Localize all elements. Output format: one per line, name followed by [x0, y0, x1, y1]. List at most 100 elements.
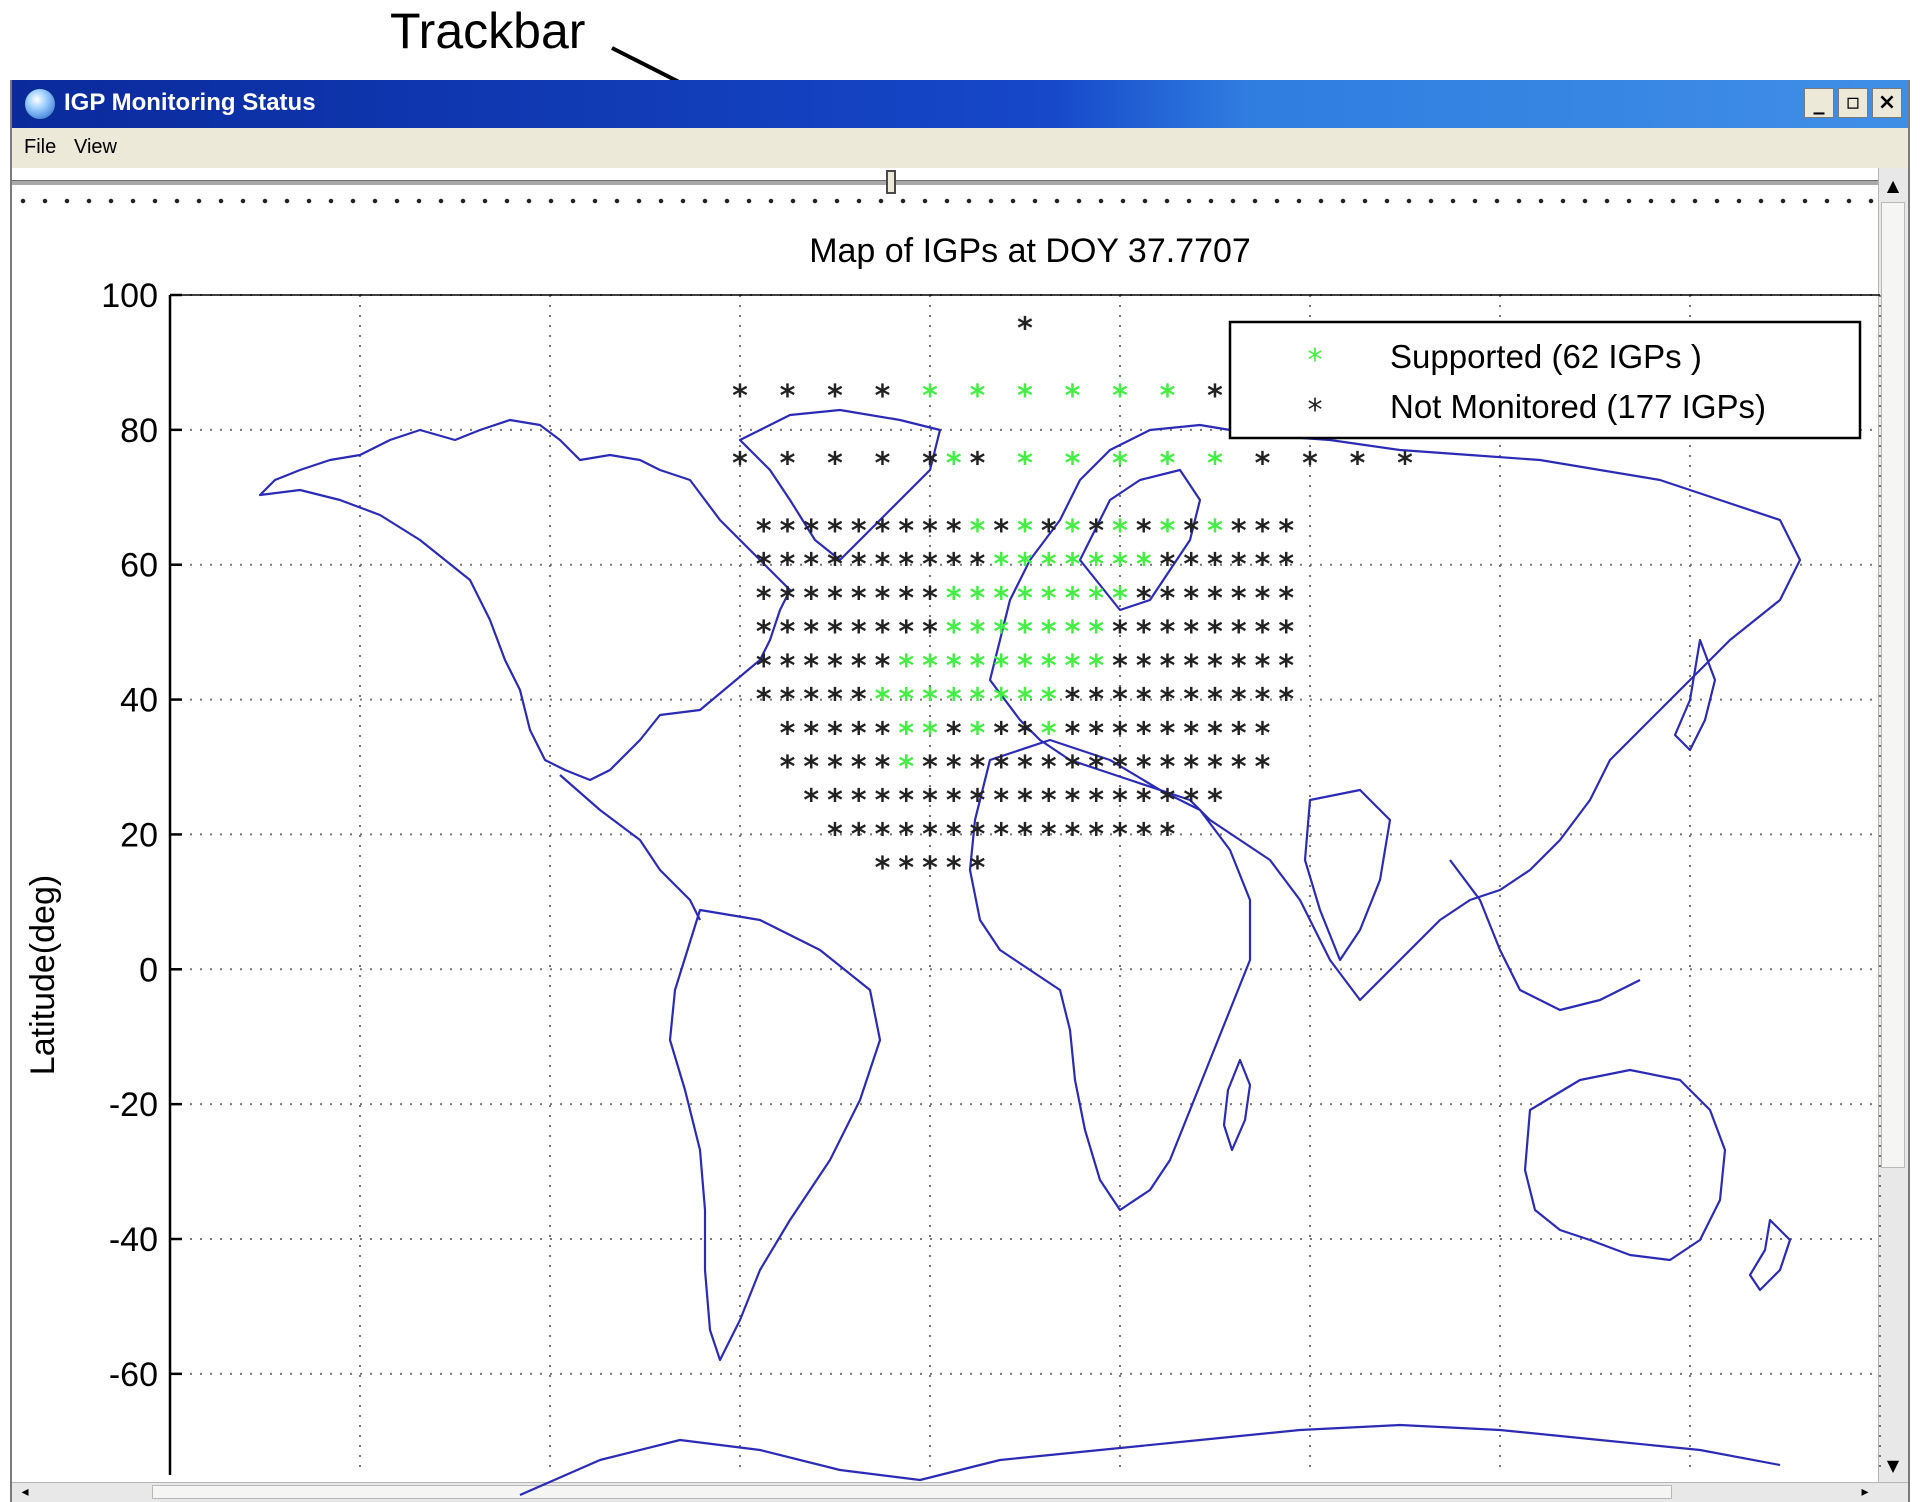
not-monitored-igp-point-119: * — [1017, 716, 1033, 751]
y-tick-label: -40 — [109, 1221, 158, 1259]
not-monitored-igp-point-177: * — [1065, 817, 1081, 852]
supported-igp-point-28: * — [1017, 581, 1033, 616]
supported-igp-point-26: * — [970, 581, 986, 616]
supported-igp-point-6: * — [946, 447, 962, 482]
supported-igp-point-14: * — [1065, 514, 1081, 549]
not-monitored-igp-point-180: * — [1136, 817, 1152, 852]
not-monitored-igp-point-103: * — [1088, 683, 1104, 718]
not-monitored-igp-point-140: * — [1065, 750, 1081, 785]
not-monitored-igp-point-29: * — [1041, 514, 1057, 549]
not-monitored-igp-point-124: * — [1160, 716, 1176, 751]
not-monitored-igp-point-122: * — [1112, 716, 1128, 751]
not-monitored-igp-point-183: * — [898, 851, 914, 886]
not-monitored-igp-point-154: * — [922, 784, 938, 819]
not-monitored-igp-point-146: * — [1207, 750, 1223, 785]
not-monitored-igp-point-31: * — [1136, 514, 1152, 549]
legend-label-not-monitored: Not Monitored (177 IGPs) — [1390, 388, 1766, 425]
supported-igp-point-16: * — [1160, 514, 1176, 549]
supported-igp-point-11: * — [1207, 447, 1223, 482]
supported-igp-point-10: * — [1160, 447, 1176, 482]
not-monitored-igp-point-141: * — [1088, 750, 1104, 785]
not-monitored-igp-point-176: * — [1041, 817, 1057, 852]
supported-igp-point-55: * — [1017, 683, 1033, 718]
not-monitored-igp-point-130: * — [803, 750, 819, 785]
supported-igp-point-36: * — [1017, 615, 1033, 650]
not-monitored-igp-point-34: * — [1255, 514, 1271, 549]
supported-igp-point-35: * — [993, 615, 1009, 650]
supported-igp-point-3: * — [1065, 379, 1081, 414]
supported-igp-point-5: * — [1160, 379, 1176, 414]
supported-igp-point-34: * — [970, 615, 986, 650]
not-monitored-igp-point-143: * — [1136, 750, 1152, 785]
not-monitored-igp-point-105: * — [1136, 683, 1152, 718]
not-monitored-igp-point-165: * — [1183, 784, 1199, 819]
not-monitored-igp-point-168: * — [851, 817, 867, 852]
legend-marker-not-monitored: * — [1308, 393, 1323, 428]
not-monitored-igp-point-92: * — [1183, 649, 1199, 684]
not-monitored-igp-point-109: * — [1231, 683, 1247, 718]
not-monitored-igp-point-47: * — [1183, 548, 1199, 583]
not-monitored-igp-point-120: * — [1065, 716, 1081, 751]
supported-igp-point-24: * — [1136, 548, 1152, 583]
not-monitored-igp-point-113: * — [803, 716, 819, 751]
supported-igp-point-54: * — [993, 683, 1009, 718]
not-monitored-igp-point-32: * — [1183, 514, 1199, 549]
supported-igp-point-32: * — [1112, 581, 1128, 616]
not-monitored-igp-point-64: * — [1231, 581, 1247, 616]
not-monitored-igp-point-118: * — [993, 716, 1009, 751]
supported-igp-point-49: * — [875, 683, 891, 718]
y-tick-label: 80 — [120, 412, 158, 450]
not-monitored-igp-point-184: * — [922, 851, 938, 886]
not-monitored-igp-point-44: * — [946, 548, 962, 583]
not-monitored-igp-point-22: * — [827, 514, 843, 549]
not-monitored-igp-point-117: * — [946, 716, 962, 751]
not-monitored-igp-point-1: * — [732, 379, 748, 414]
supported-igp-point-33: * — [946, 615, 962, 650]
not-monitored-igp-point-98: * — [780, 683, 796, 718]
not-monitored-igp-point-134: * — [922, 750, 938, 785]
supported-igp-point-51: * — [922, 683, 938, 718]
y-tick-label: 100 — [101, 277, 158, 315]
supported-igp-point-56: * — [1041, 683, 1057, 718]
not-monitored-igp-point-160: * — [1065, 784, 1081, 819]
not-monitored-igp-point-94: * — [1231, 649, 1247, 684]
north-america-outline — [258, 418, 792, 782]
y-tick-label: 20 — [120, 816, 158, 854]
not-monitored-igp-point-138: * — [1017, 750, 1033, 785]
not-monitored-igp-point-16: * — [1302, 447, 1318, 482]
supported-igp-point-46: * — [1041, 649, 1057, 684]
not-monitored-igp-point-71: * — [851, 615, 867, 650]
not-monitored-igp-point-173: * — [970, 817, 986, 852]
supported-igp-point-27: * — [993, 581, 1009, 616]
y-tick-label: -20 — [109, 1086, 158, 1124]
not-monitored-igp-point-157: * — [993, 784, 1009, 819]
not-monitored-igp-point-148: * — [1255, 750, 1271, 785]
not-monitored-igp-point-53: * — [780, 581, 796, 616]
not-monitored-igp-point-69: * — [803, 615, 819, 650]
supported-igp-point-18: * — [993, 548, 1009, 583]
not-monitored-igp-point-123: * — [1136, 716, 1152, 751]
not-monitored-igp-point-37: * — [780, 548, 796, 583]
not-monitored-igp-point-28: * — [993, 514, 1009, 549]
supported-igp-point-23: * — [1112, 548, 1128, 583]
not-monitored-igp-point-11: * — [827, 447, 843, 482]
not-monitored-igp-point-186: * — [970, 851, 986, 886]
axes-layer: 100 80 60 40 20 0 -20 -40 -60 — [101, 277, 1880, 1475]
not-monitored-igp-point-144: * — [1160, 750, 1176, 785]
new-zealand-outline — [1748, 1218, 1792, 1292]
not-monitored-igp-point-79: * — [1207, 615, 1223, 650]
supported-igp-point-43: * — [970, 649, 986, 684]
not-monitored-igp-point-104: * — [1112, 683, 1128, 718]
legend-label-supported: Supported (62 IGPs ) — [1390, 338, 1702, 375]
not-monitored-igp-point-152: * — [875, 784, 891, 819]
igp-map-chart: Map of IGPs at DOY 37.7707 Latitude(deg)… — [24, 232, 1881, 1497]
not-monitored-igp-point-50: * — [1255, 548, 1271, 583]
not-monitored-igp-point-67: * — [756, 615, 772, 650]
not-monitored-igp-point-87: * — [851, 649, 867, 684]
y-axis-label: Latitude(deg) — [24, 875, 62, 1075]
not-monitored-igp-point-133: * — [875, 750, 891, 785]
not-monitored-igp-point-147: * — [1231, 750, 1247, 785]
not-monitored-igp-point-90: * — [1136, 649, 1152, 684]
not-monitored-igp-point-169: * — [875, 817, 891, 852]
not-monitored-igp-point-43: * — [922, 548, 938, 583]
